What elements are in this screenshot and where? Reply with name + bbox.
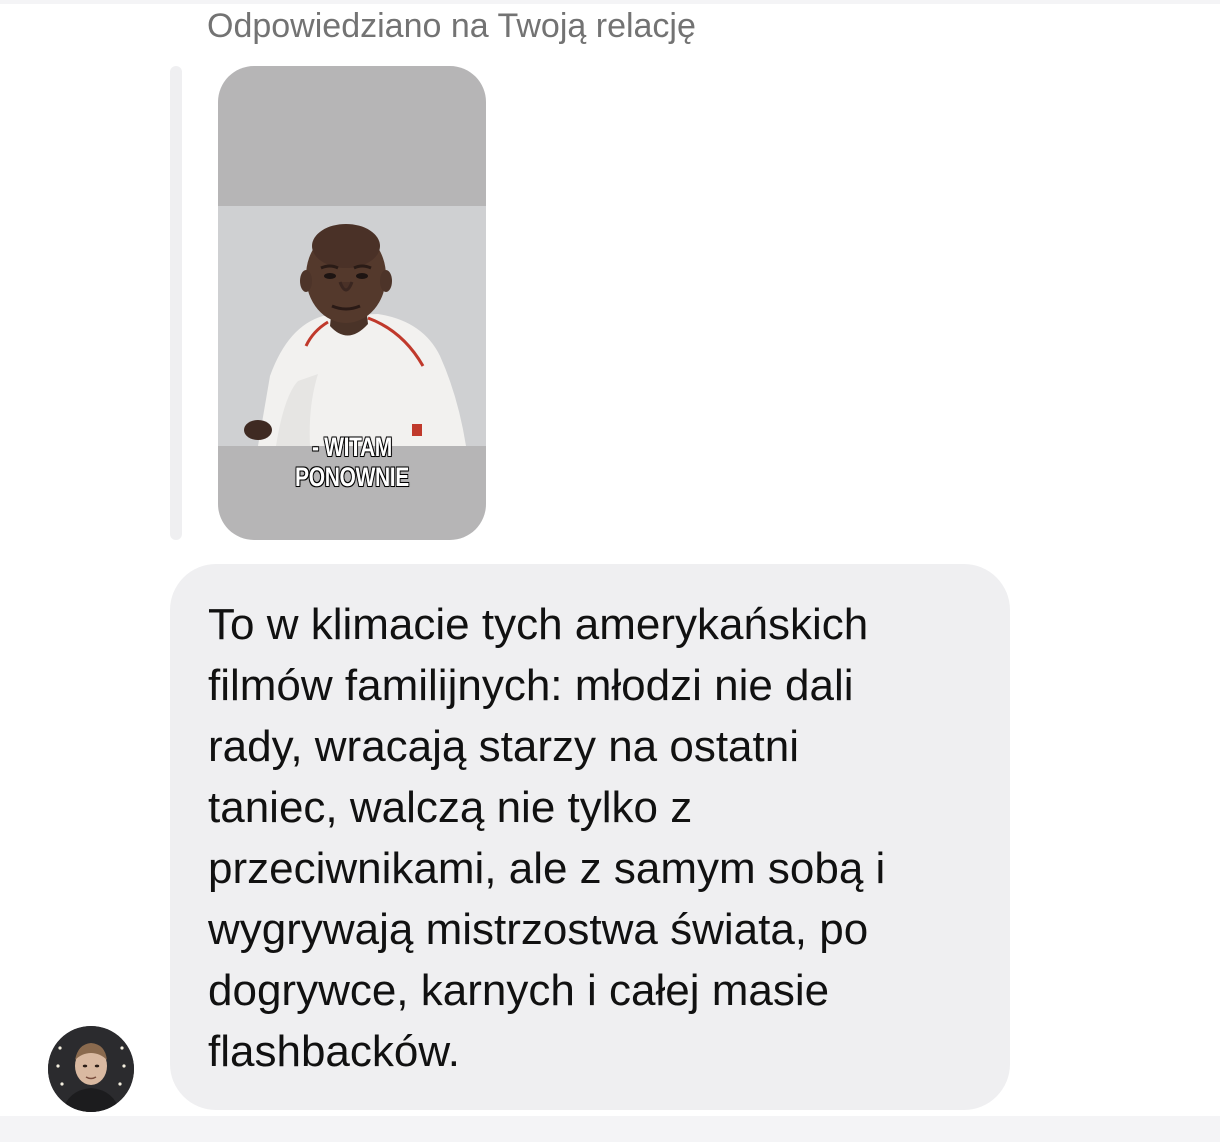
avatar-photo: [48, 1026, 134, 1112]
message-bubble[interactable]: To w klimacie tych amerykańskich filmów …: [170, 564, 1010, 1110]
story-caption-line-1: - WITAM: [312, 431, 393, 462]
sender-avatar[interactable]: [48, 1026, 134, 1112]
reply-quote-bar: [170, 66, 182, 540]
bottom-divider: [0, 1116, 1220, 1142]
story-photo: [218, 206, 486, 446]
story-thumbnail[interactable]: - WITAM PONOWNIE: [218, 66, 486, 540]
message-text: To w klimacie tych amerykańskich filmów …: [208, 600, 886, 1076]
story-caption-line-2: PONOWNIE: [295, 461, 410, 492]
dm-thread: Odpowiedziano na Twoją relację - WITAM P…: [0, 0, 1220, 1142]
story-reply-label: Odpowiedziano na Twoją relację: [207, 7, 696, 45]
